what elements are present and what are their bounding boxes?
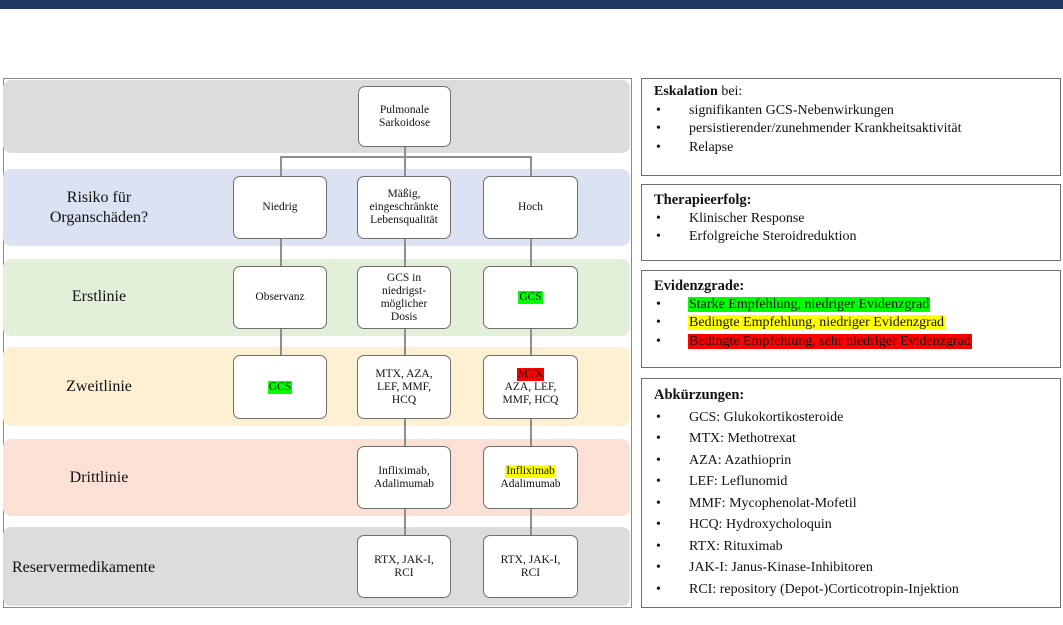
connector (530, 238, 532, 267)
node-text: Adalimumab (500, 477, 561, 490)
connector (404, 238, 406, 267)
panel-abbreviations: Abkürzungen: • GCS: Glukokortikosteroide … (641, 378, 1061, 608)
list-item: • Bedingte Empfehlung, niedriger Evidenzg… (656, 315, 946, 330)
node-risk-high: Hoch (483, 176, 578, 239)
connector (530, 328, 532, 355)
panel-escalation: Eskalation bei: • signifikanten GCS-Neben… (641, 78, 1061, 176)
list-item: • RCI: repository (Depot-)Corticotropin-I… (656, 581, 959, 597)
list-item: • Bedingte Empfehlung, sehr niedriger Evi… (656, 333, 972, 349)
panel-therapy-success: Therapieerfolg: • Klinischer Response • Er… (641, 184, 1061, 261)
panel-title-bold: Eskalation (654, 84, 718, 99)
connector (530, 418, 532, 447)
connector (530, 156, 532, 176)
node-third-line-infliximab: Infliximab Adalimumab (483, 446, 578, 509)
node-reserve-right: RTX, JAK-I, RCI (483, 535, 578, 598)
connector (280, 156, 531, 158)
node-text: RTX, JAK-I, RCI (500, 553, 561, 579)
list-item: • RTX: Rituximab (656, 538, 783, 554)
panel-evidence-grades: Evidenzgrade: • Starke Empfehlung, niedri… (641, 270, 1061, 368)
node-reserve-center: RTX, JAK-I, RCI (357, 535, 451, 598)
connector (280, 156, 282, 176)
list-item: • LEF: Leflunomid (656, 474, 788, 489)
list-item: • HCQ: Hydroxycholoquin (656, 517, 832, 532)
node-text: Hoch (518, 201, 543, 213)
node-first-line-gcs: GCS (483, 266, 578, 329)
node-text: AZA, LEF, MMF, HCQ (502, 380, 559, 406)
node-text: Pulmonale Sarkoidose (378, 103, 431, 129)
row-label-first-line: Erstlinie (71, 288, 127, 305)
panel-title: Evidenzgrade: (654, 278, 745, 294)
node-text: MTX, AZA, LEF, MMF, HCQ (375, 367, 433, 406)
connector (530, 508, 532, 535)
list-item: • GCS: Glukokortikosteroide (656, 409, 844, 425)
evidence-green: Starke Empfehlung, niedriger Evidenzgrad (688, 296, 931, 312)
evidence-yellow: Bedingte Empfehlung, niedriger Evidenzgr… (688, 315, 946, 330)
list-item: • AZA: Azathioprin (656, 452, 792, 468)
node-risk-low: Niedrig (233, 176, 327, 239)
list-item: • JAK-I: Janus-Kinase-Inhibitoren (656, 560, 873, 575)
list-item: • signifikanten GCS-Nebenwirkungen (656, 102, 894, 118)
band-root (3, 80, 630, 153)
connector (280, 238, 282, 267)
panel-title: Abkürzungen: (654, 387, 745, 403)
row-label-second-line: Zweitlinie (66, 378, 132, 395)
row-label-reserve: Reservermedikamente (12, 559, 156, 576)
connector (404, 328, 406, 355)
node-text: RTX, JAK-I, RCI (374, 553, 434, 579)
node-first-line-observation: Observanz (233, 266, 327, 329)
node-text: Niedrig (262, 201, 298, 213)
evidence-red: Bedingte Empfehlung, sehr niedriger Evid… (688, 333, 972, 349)
node-text-highlight-yellow: Infliximab (505, 464, 556, 478)
node-text: Mäßig, eingeschränkte Lebensqualität (369, 188, 439, 226)
node-text-highlight-green: GCS (267, 380, 293, 394)
panel-title-rest: bei: (717, 84, 743, 99)
connector (404, 508, 406, 535)
top-accent-bar (0, 0, 1063, 9)
connector (404, 156, 406, 176)
connector (280, 328, 282, 355)
node-text: Observanz (255, 291, 305, 303)
node-text-highlight-green: GCS (518, 291, 543, 304)
node-second-line-mtx-combo: MTX AZA, LEF, MMF, HCQ (483, 355, 578, 419)
node-first-line-gcs-low-dose: GCS in niedrigst- möglicher Dosis (357, 266, 451, 329)
panel-title: Eskalation bei: (654, 83, 1052, 102)
node-pulmonary-sarcoidosis: Pulmonale Sarkoidose (358, 86, 451, 147)
node-second-line-gcs: GCS (233, 355, 327, 419)
row-label-risk: Risiko für Organschäden? (49, 189, 149, 226)
connector (404, 418, 406, 447)
list-item: • Klinischer Response (656, 210, 805, 226)
list-item: • persistierender/zunehmender Krankheitsa… (656, 121, 962, 136)
node-text-highlight-red: MTX (516, 367, 545, 381)
list-item: • Starke Empfehlung, niedriger Evidenzgra… (656, 296, 931, 312)
node-second-line-immunosuppressants: MTX, AZA, LEF, MMF, HCQ (357, 355, 451, 419)
list-item: • Erfolgreiche Steroidreduktion (656, 229, 857, 244)
node-text: Infliximab, Adalimumab (373, 464, 435, 490)
list-item: • MMF: Mycophenolat-Mofetil (656, 495, 857, 511)
panel-title: Therapieerfolg: (654, 192, 752, 208)
node-text: GCS in niedrigst- möglicher Dosis (380, 271, 428, 323)
row-label-third-line: Drittlinie (69, 469, 129, 486)
list-item: • Relapse (656, 139, 734, 155)
node-third-line-biologics: Infliximab, Adalimumab (357, 446, 451, 509)
list-item: • MTX: Methotrexat (656, 431, 796, 446)
node-risk-moderate: Mäßig, eingeschränkte Lebensqualität (357, 176, 451, 239)
